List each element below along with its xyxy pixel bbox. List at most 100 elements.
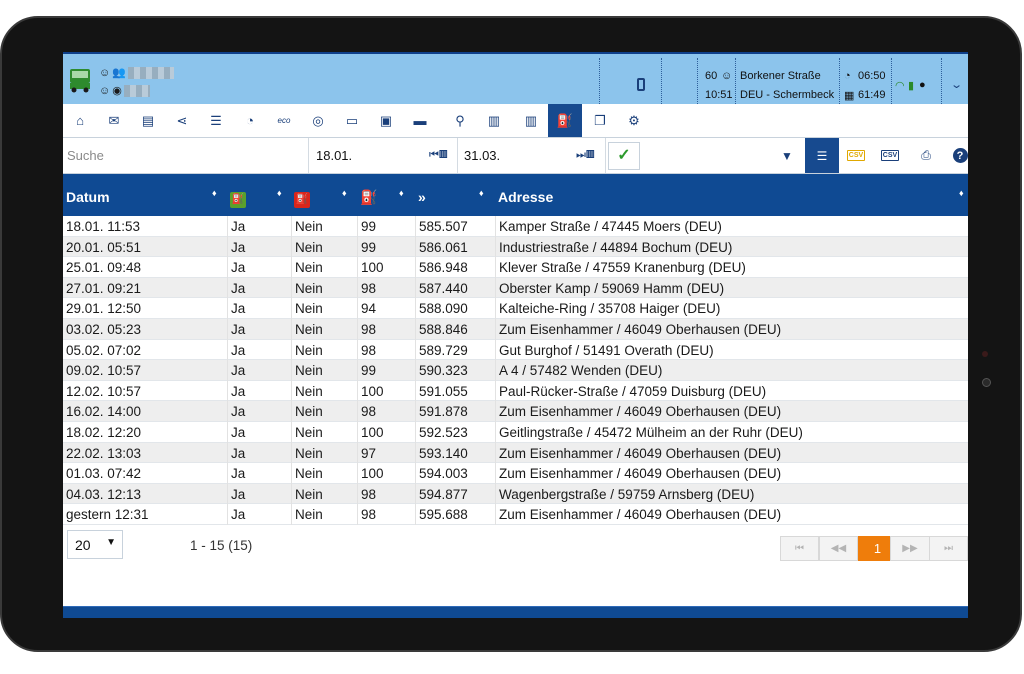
table-cell: Ja: [227, 236, 291, 258]
table-row[interactable]: 27.01. 09:21 Ja Nein 98 587.440 Oberster Kamp…: [63, 277, 968, 299]
eco-icon[interactable]: eco: [267, 104, 301, 137]
battery-icon: ▮: [908, 80, 915, 92]
table-cell: Zum Eisenhammer / 46049 Oberhausen (DEU): [495, 401, 968, 422]
print-icon[interactable]: ⎙: [909, 138, 943, 173]
document-icon[interactable]: ▣: [369, 104, 403, 137]
sort-icon[interactable]: ♦: [959, 188, 964, 198]
table-cell: 588.846: [415, 318, 495, 340]
divider: [941, 58, 942, 104]
chevron-down-icon[interactable]: ⌄: [950, 78, 963, 91]
table-cell: 587.440: [415, 277, 495, 299]
prev-page-button[interactable]: ◀◀: [819, 536, 858, 561]
csv-export-icon[interactable]: CSV: [839, 138, 873, 173]
rfid-icon[interactable]: ◎: [301, 104, 335, 137]
truck-side-icon[interactable]: ▬: [403, 104, 437, 137]
table-cell: 97: [357, 442, 415, 464]
table-row[interactable]: 16.02. 14:00 Ja Nein 98 591.878 Zum Eisenhamm…: [63, 401, 968, 422]
table-cell: Industriestraße / 44894 Bochum (DEU): [495, 236, 968, 258]
keyboard-icon[interactable]: ▭: [335, 104, 369, 137]
header-adresse[interactable]: Adresse: [495, 174, 968, 216]
fuel-icon[interactable]: ⛽: [548, 104, 582, 137]
main-toolbar: ⌂ ✉ ▤ ⋖ ☰ ◔ eco ◎ ▭ ▣ ▬ ⚲ ▥ ▥ ⛽ ❐ ⚙: [63, 104, 968, 138]
table-cell: 25.01. 09:48: [66, 260, 142, 276]
mail-icon[interactable]: ✉: [97, 104, 131, 137]
table-row[interactable]: 25.01. 09:48 Ja Nein 100 586.948 Klever Straß…: [63, 257, 968, 278]
list-view-icon[interactable]: ☰: [805, 138, 839, 173]
chevron-down-icon: ▼: [106, 537, 116, 548]
card-icon[interactable]: ▥: [477, 104, 511, 137]
clipboard-icon[interactable]: ▤: [131, 104, 165, 137]
header-fuel-level[interactable]: ⛽: [357, 174, 415, 216]
table-row[interactable]: 18.01. 11:53 Ja Nein 99 585.507 Kamper Straße…: [63, 216, 968, 237]
filter-icon[interactable]: ▼: [770, 138, 804, 173]
table-row[interactable]: 12.02. 10:57 Ja Nein 100 591.055 Paul-Rücker-…: [63, 380, 968, 402]
table-body: 18.01. 11:53 Ja Nein 99 585.507 Kamper Straße…: [63, 216, 968, 525]
csv-export-alt-icon[interactable]: CSV: [873, 138, 907, 173]
table-row[interactable]: 20.01. 05:51 Ja Nein 99 586.061 Industriestra…: [63, 236, 968, 258]
table-cell: Zum Eisenhammer / 46049 Oberhausen (DEU): [495, 504, 968, 525]
location-street: Borkener Straße: [740, 70, 821, 82]
sort-icon[interactable]: ♦: [342, 188, 347, 198]
table-cell: 98: [357, 339, 415, 361]
copy-icon[interactable]: ❐: [583, 104, 617, 137]
first-page-button[interactable]: ⏮: [780, 536, 819, 561]
calendar-start-icon[interactable]: ⏮▦: [429, 149, 448, 162]
card-alt-icon[interactable]: ▥: [514, 104, 548, 137]
sort-icon[interactable]: ♦: [277, 188, 282, 198]
page-size-select[interactable]: 20 ▼: [67, 530, 123, 559]
truck-icon[interactable]: [69, 67, 91, 93]
driver-1[interactable]: ☺ 👥: [99, 66, 174, 79]
table-row[interactable]: 03.02. 05:23 Ja Nein 98 588.846 Zum Eisenhamm…: [63, 318, 968, 340]
table-cell: 592.523: [415, 421, 495, 443]
table-cell: Ja: [227, 483, 291, 505]
table-cell: Paul-Rücker-Straße / 47059 Duisburg (DEU…: [495, 380, 968, 402]
table-cell: Gut Burghof / 51491 Overath (DEU): [495, 339, 968, 361]
table-cell: 04.03. 12:13: [66, 486, 142, 502]
table-row[interactable]: 04.03. 12:13 Ja Nein 98 594.877 Wagenbergstra…: [63, 483, 968, 505]
search-input[interactable]: [63, 138, 309, 173]
table-cell: 27.01. 09:21: [66, 280, 142, 296]
driver-smiley-icon: ☺: [99, 66, 111, 79]
table-cell: Nein: [291, 401, 357, 422]
table-cell: 100: [357, 421, 415, 443]
list-icon[interactable]: ☰: [199, 104, 233, 137]
table-row[interactable]: 01.03. 07:42 Ja Nein 100 594.003 Zum Eisenham…: [63, 463, 968, 484]
home-icon[interactable]: ⌂: [63, 104, 97, 137]
sort-icon[interactable]: ♦: [212, 188, 217, 198]
speedometer-icon[interactable]: ◔: [233, 104, 267, 137]
table-cell: Ja: [227, 216, 291, 237]
divider: [839, 58, 840, 104]
table-row[interactable]: 05.02. 07:02 Ja Nein 98 589.729 Gut Burghof /…: [63, 339, 968, 361]
table-cell: 98: [357, 318, 415, 340]
table-row[interactable]: 09.02. 10:57 Ja Nein 99 590.323 A 4 / 57482 W…: [63, 360, 968, 381]
table-row[interactable]: 18.02. 12:20 Ja Nein 100 592.523 Geitlingstra…: [63, 421, 968, 443]
divider: [697, 58, 698, 104]
date-to-value: 31.03.: [464, 148, 501, 163]
table-cell: Nein: [291, 339, 357, 361]
phone-icon[interactable]: [637, 78, 645, 91]
table-cell: 586.061: [415, 236, 495, 258]
sort-icon[interactable]: ♦: [479, 188, 484, 198]
driver-2[interactable]: ☺ ◉: [99, 84, 150, 97]
apply-filter-button[interactable]: ✓: [608, 142, 640, 170]
share-icon[interactable]: ⋖: [165, 104, 199, 137]
settings-icon[interactable]: ⚙: [617, 104, 651, 137]
table-cell: Ja: [227, 401, 291, 422]
calendar-end-icon[interactable]: ⏭▦: [576, 149, 595, 162]
help-icon[interactable]: ?: [943, 138, 968, 173]
location-region: DEU - Schermbeck: [740, 89, 835, 101]
table-row[interactable]: gestern 12:31 Ja Nein 98 595.688 Zum Eisenham…: [63, 504, 968, 525]
table-row[interactable]: 22.02. 13:03 Ja Nein 97 593.140 Zum Eisenhamm…: [63, 442, 968, 464]
table-cell: 588.090: [415, 298, 495, 319]
table-cell: 29.01. 12:50: [66, 301, 142, 317]
next-page-button[interactable]: ▶▶: [890, 536, 930, 561]
sort-icon[interactable]: ♦: [399, 188, 404, 198]
speed-value: 60: [705, 70, 718, 82]
last-page-button[interactable]: ⏭: [929, 536, 968, 561]
table-cell: Nein: [291, 277, 357, 299]
table-cell: Nein: [291, 380, 357, 402]
route-icon[interactable]: ⚲: [443, 104, 477, 137]
table-row[interactable]: 29.01. 12:50 Ja Nein 94 588.090 Kalteiche-Rin…: [63, 298, 968, 319]
header-datum[interactable]: Datum: [63, 174, 227, 216]
table-cell: 05.02. 07:02: [66, 342, 142, 358]
